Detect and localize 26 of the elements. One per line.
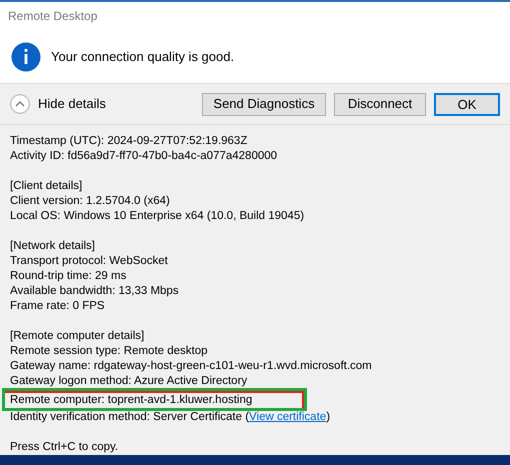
detail-line: Round-trip time: 29 ms [10, 269, 128, 284]
detail-line: Client version: 1.2.5704.0 (x64) [10, 194, 171, 209]
detail-line: [Client details] [10, 179, 84, 194]
detail-line: [Remote computer details] [10, 329, 146, 344]
chevron-up-icon [10, 94, 30, 114]
detail-line: Timestamp (UTC): 2024-09-27T07:52:19.963Z [10, 134, 248, 149]
detail-line: Available bandwidth: 13,33 Mbps [10, 284, 180, 299]
detail-line: Remote session type: Remote desktop [10, 344, 209, 359]
detail-line: Activity ID: fd56a9d7-ff70-47b0-ba4c-a077a4280000 [10, 149, 278, 164]
detail-line: Identity verification method: Server Certificate (View certificate) [10, 410, 332, 425]
detail-line: Transport protocol: WebSocket [10, 254, 169, 269]
dialog-button[interactable]: Disconnect [334, 92, 426, 116]
info-icon [11, 42, 41, 72]
view-certificate-link[interactable]: View certificate [249, 411, 326, 423]
detail-line: Local OS: Windows 10 Enterprise x64 (10.0, Build 19045) [10, 209, 306, 224]
detail-line: Press Ctrl+C to copy. [10, 440, 120, 455]
dialog-button[interactable]: OK [434, 92, 500, 116]
status-message: Your connection quality is good. [51, 48, 234, 66]
detail-line: Remote computer: toprent-avd-1.kluwer.hosting [10, 394, 252, 406]
detail-line: Gateway logon method: Azure Active Directory [10, 374, 248, 389]
window-title: Remote Desktop [8, 8, 98, 25]
details-toggle[interactable]: Hide details [10, 94, 106, 114]
detail-line: Gateway name: rdgateway-host-green-c101-weu-r1.wvd.microsoft.com [10, 359, 373, 374]
dialog-button[interactable]: Send Diagnostics [202, 92, 326, 116]
detail-line: [Network details] [10, 239, 96, 254]
detail-line: Frame rate: 0 FPS [10, 299, 106, 314]
